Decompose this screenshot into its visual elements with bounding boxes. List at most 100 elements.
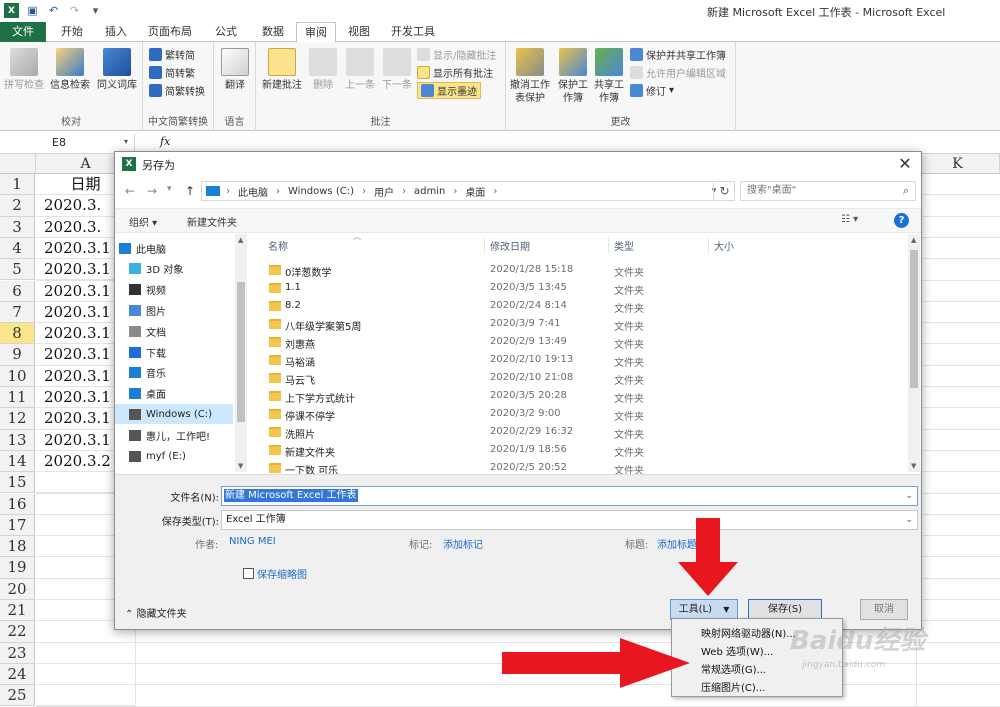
tab-review[interactable]: 审阅 [296,22,336,43]
cancel-button[interactable]: 取消 [860,599,908,620]
thesaurus-button[interactable]: 同义词库 [95,48,139,92]
show-all-comments-button[interactable]: 显示所有批注 [417,64,493,81]
file-row[interactable]: 马云飞 2020/2/10 21:08 文件夹 [262,369,902,387]
nav-scroll-thumb[interactable] [237,282,245,422]
nav-item[interactable]: 3D 对象 [115,259,233,279]
nav-item[interactable]: Windows (C:) [115,404,233,425]
row-header[interactable]: 1 [0,174,35,196]
tab-formulas[interactable]: 公式 [204,22,248,42]
row-header[interactable]: 9 [0,344,35,366]
share-workbook-button[interactable]: 共享工作簿 [592,48,626,105]
breadcrumb-desktop[interactable]: 桌面 [465,184,485,199]
scroll-up-icon[interactable]: ▲ [238,236,243,244]
row-header[interactable]: 16 [0,493,35,515]
name-box-dropdown-icon[interactable]: ▾ [124,137,128,146]
row-header[interactable]: 2 [0,195,35,217]
row-header[interactable]: 13 [0,429,35,451]
breadcrumb-admin[interactable]: admin [414,186,445,197]
research-button[interactable]: 信息检索 [48,48,92,92]
search-input[interactable]: 搜索"桌面" ⌕ [740,181,916,201]
customize-qat-icon[interactable]: ▾ [88,3,103,18]
nav-item[interactable]: 视频 [115,280,233,300]
row-header[interactable]: 21 [0,600,35,622]
spell-check-button[interactable]: 拼写检查 [3,48,45,92]
column-date[interactable]: 修改日期 [490,238,530,253]
redo-icon[interactable]: ↷ [67,3,82,18]
nav-item[interactable]: 文档 [115,321,233,341]
file-row[interactable]: 洗照片 2020/2/29 16:32 文件夹 [262,423,902,441]
chevron-down-icon[interactable]: ⌄ [905,487,913,505]
row-header[interactable]: 14 [0,450,35,473]
tab-page-layout[interactable]: 页面布局 [140,22,200,42]
row-header[interactable]: 3 [0,216,35,238]
nav-item[interactable]: 桌面 [115,384,233,404]
name-box[interactable]: E8 [0,134,135,152]
cell-a[interactable] [36,663,136,686]
row-header[interactable]: 24 [0,663,35,686]
simp-trad-convert-button[interactable]: 简繁转换 [149,82,205,99]
undo-icon[interactable]: ↶ [46,3,61,18]
delete-comment-button[interactable]: 删除 [306,48,340,92]
nav-item[interactable]: 图片 [115,300,233,320]
row-header[interactable]: 22 [0,621,35,643]
tab-view[interactable]: 视图 [338,22,380,42]
row-header[interactable]: 8 [0,323,35,345]
row-header[interactable]: 12 [0,408,35,430]
column-type[interactable]: 类型 [614,238,634,253]
recent-dropdown-icon[interactable]: ▾ [167,184,172,194]
row-header[interactable]: 18 [0,536,35,558]
unprotect-sheet-button[interactable]: 撤消工作表保护 [508,48,552,105]
column-header-k[interactable]: K [916,154,1000,174]
nav-item[interactable]: 惠儿，工作吧! [115,425,233,445]
nav-item[interactable]: myf (E:) [115,446,233,466]
back-icon[interactable]: ← [125,184,135,198]
next-comment-button[interactable]: 下一条 [380,48,414,92]
row-header[interactable]: 17 [0,514,35,537]
new-comment-button[interactable]: 新建批注 [260,48,304,92]
insert-function-button[interactable]: fx [160,135,170,148]
file-row[interactable]: 0洋葱数学 2020/1/28 15:18 文件夹 [262,261,902,279]
organize-button[interactable]: 组织 ▾ [129,214,157,229]
tags-value[interactable]: 添加标记 [443,536,483,551]
nav-item[interactable]: 音乐 [115,363,233,383]
tab-home[interactable]: 开始 [50,22,94,42]
allow-edit-ranges-button[interactable]: 允许用户编辑区域 [630,64,726,81]
tools-button[interactable]: 工具(L) ▼ [670,599,738,620]
hide-folders-toggle[interactable]: ⌃ 隐藏文件夹 [125,605,187,620]
row-header[interactable]: 11 [0,387,35,409]
nav-item[interactable]: 下载 [115,342,233,362]
view-options-icon[interactable]: ☷ ▾ [841,214,858,225]
show-ink-button[interactable]: 显示墨迹 [417,82,481,99]
select-all-corner[interactable] [0,154,36,174]
menu-map-network-drive[interactable]: 映射网络驱动器(N)... [701,625,796,640]
address-bar[interactable]: › 此电脑 › Windows (C:) › 用户 › admin › 桌面 › [201,181,735,201]
cell-a[interactable] [36,685,136,707]
up-icon[interactable]: ↑ [185,184,195,198]
trad-to-simp-button[interactable]: 繁转简 [149,46,195,63]
scroll-down-icon[interactable]: ▼ [238,462,243,470]
menu-general-options[interactable]: 常规选项(G)... [701,661,766,676]
column-name[interactable]: 名称 [268,238,288,253]
row-header[interactable]: 23 [0,642,35,664]
scroll-up-icon[interactable]: ▲ [911,236,916,244]
breadcrumb-this-pc[interactable]: 此电脑 [238,184,268,199]
protect-share-button[interactable]: 保护并共享工作簿 [630,46,726,63]
file-row[interactable]: 上下学方式统计 2020/3/5 20:28 文件夹 [262,387,902,405]
row-header[interactable]: 20 [0,578,35,600]
filetype-select[interactable]: Excel 工作簿 ⌄ [221,510,918,530]
nav-scrollbar[interactable]: ▲ ▼ [235,234,247,472]
tab-insert[interactable]: 插入 [96,22,136,42]
row-header[interactable]: 4 [0,237,35,260]
file-row[interactable]: 刘惠燕 2020/2/9 13:49 文件夹 [262,333,902,351]
file-scroll-thumb[interactable] [910,250,918,388]
translate-button[interactable]: 翻译 [218,48,252,92]
row-header[interactable]: 25 [0,685,35,707]
tab-developer[interactable]: 开发工具 [384,22,442,42]
help-icon[interactable]: ? [894,213,909,228]
breadcrumb-users[interactable]: 用户 [374,184,394,199]
file-row[interactable]: 1.1 2020/3/5 13:45 文件夹 [262,279,902,297]
column-size[interactable]: 大小 [714,238,734,253]
row-header[interactable]: 15 [0,472,35,494]
row-header[interactable]: 5 [0,259,35,281]
file-row[interactable]: 马裕涵 2020/2/10 19:13 文件夹 [262,351,902,369]
